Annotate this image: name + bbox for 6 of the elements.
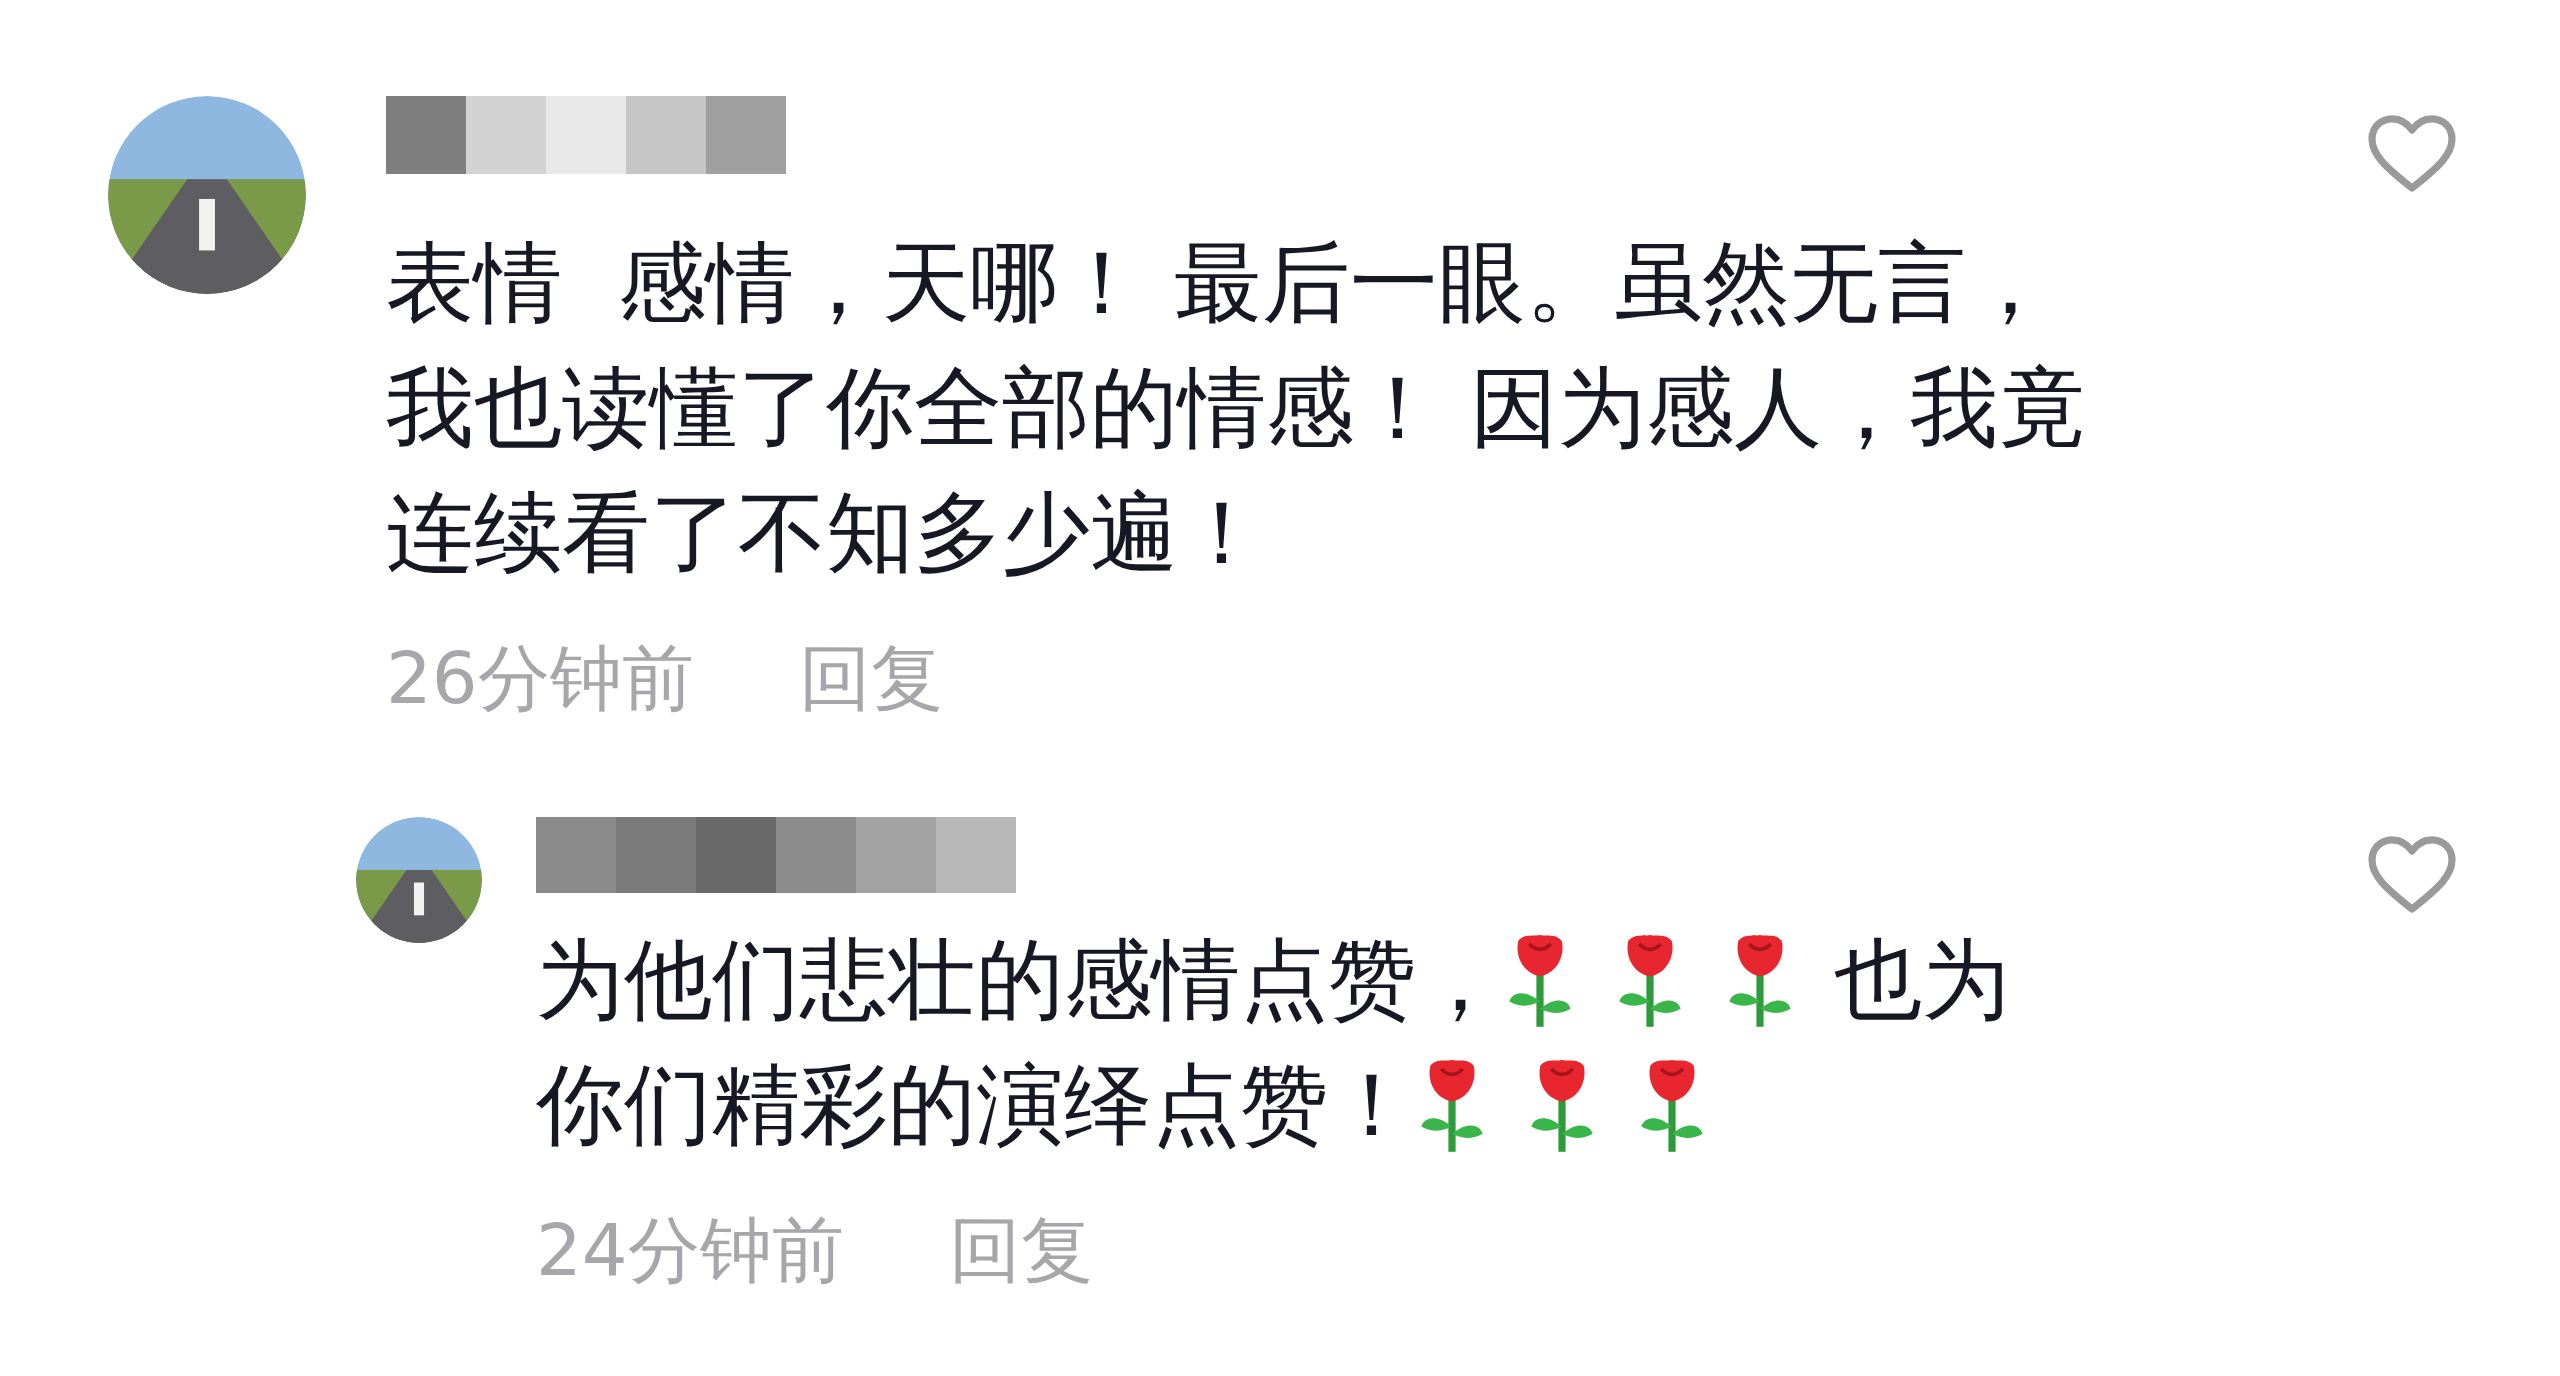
reply-text: 为他们悲壮的感情点赞， 也为你们精彩的演绎点赞！ — [536, 927, 2011, 1159]
reply-button[interactable]: 回复 — [948, 1203, 1093, 1299]
reply-button[interactable]: 回复 — [798, 631, 943, 727]
comment-text: 表情 感情，天哪！ 最后一眼。虽然无言，我也读懂了你全部的情感！ 因为感人，我竟连续看了不知多少遍！ — [386, 230, 2087, 586]
reply-time: 24分钟前 — [536, 1207, 844, 1294]
comment-time: 26分钟前 — [386, 635, 694, 722]
